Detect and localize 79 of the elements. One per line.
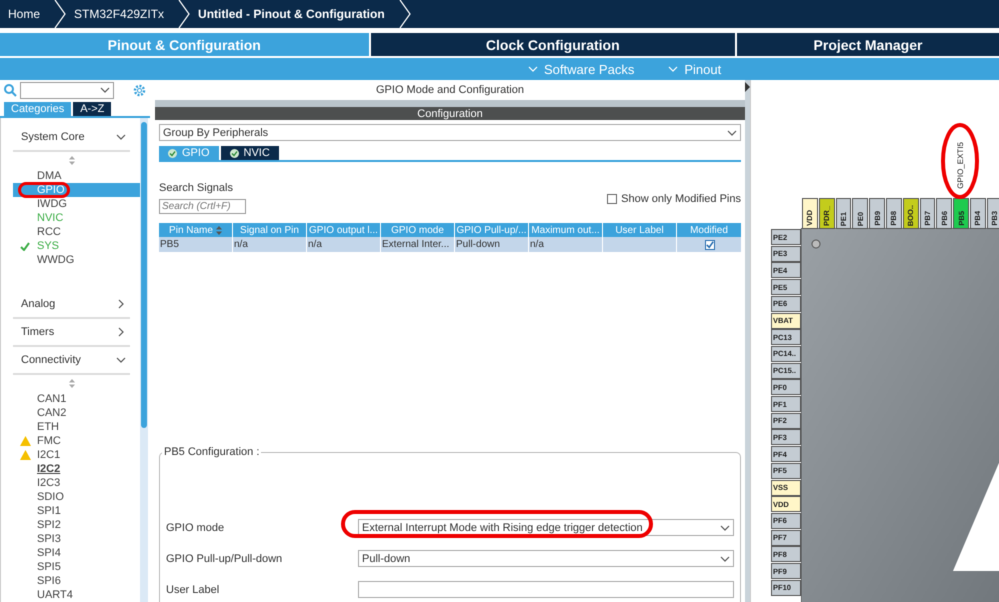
- peripheral-item[interactable]: I2C3: [13, 476, 140, 490]
- peripheral-item[interactable]: SDIO: [13, 490, 140, 504]
- main-tab[interactable]: Project Manager: [737, 33, 999, 56]
- peripheral-item[interactable]: IWDG: [13, 197, 140, 211]
- scroll-arrows-icon[interactable]: [69, 156, 75, 165]
- mode-dropdown[interactable]: Pull-down: [358, 550, 734, 567]
- chevron-icon: [668, 64, 678, 74]
- category-header[interactable]: Connectivity: [13, 347, 130, 375]
- peripheral-item[interactable]: SPI6: [13, 574, 140, 588]
- chevron-icon: [727, 128, 737, 138]
- peripheral-item[interactable]: WWDG: [13, 253, 140, 267]
- mode-dropdown[interactable]: External Interrupt Mode with Rising edge trigger detection: [358, 519, 734, 536]
- input-field[interactable]: [358, 581, 734, 598]
- chevron-icon: [178, 0, 190, 28]
- search-field[interactable]: Search (Crtl+F): [159, 199, 246, 214]
- config-tab[interactable]: NVIC: [220, 146, 279, 160]
- table-cell: PB5: [159, 237, 232, 252]
- breadcrumb-link[interactable]: Home: [0, 0, 54, 28]
- table-cell: n/a: [233, 237, 306, 252]
- breadcrumb-link[interactable]: Untitled - Pinout & Configuration: [190, 0, 399, 28]
- chevron-icon: [398, 0, 411, 28]
- peripheral-item[interactable]: SPI3: [13, 532, 140, 546]
- chevron-icon: [720, 522, 730, 532]
- category-header[interactable]: Analog: [13, 291, 130, 319]
- search-icon[interactable]: [4, 84, 17, 96]
- peripheral-item[interactable]: I2C1: [13, 448, 140, 462]
- chevron-icon: [100, 85, 110, 95]
- peripheral-item[interactable]: SPI1: [13, 504, 140, 518]
- table-cell: n/a: [307, 237, 380, 252]
- chevron-icon: [116, 299, 126, 309]
- modified-checkbox[interactable]: [704, 240, 714, 250]
- breadcrumb-link[interactable]: STM32F429ZITx: [66, 0, 178, 28]
- peripheral-item[interactable]: SPI4: [13, 546, 140, 560]
- peripheral-item[interactable]: SPI5: [13, 560, 140, 574]
- modified-only-checkbox[interactable]: Show only Modified Pins: [607, 193, 741, 205]
- signal-label: GPIO_EXTI5: [956, 142, 966, 189]
- check-icon: [20, 242, 30, 250]
- check-icon: [706, 240, 714, 249]
- chevron-icon: [116, 355, 126, 365]
- view-tab[interactable]: A->Z: [73, 102, 112, 116]
- table-cell: External Inter...: [381, 237, 454, 252]
- scroll-arrows-icon[interactable]: [69, 379, 75, 388]
- table-cell: n/a: [529, 237, 602, 252]
- field-label: GPIO mode: [166, 522, 226, 534]
- peripheral-item[interactable]: FMC: [13, 434, 140, 448]
- peripheral-item[interactable]: CAN2: [13, 406, 140, 420]
- chevron-icon: [54, 0, 66, 28]
- chevron-icon: [720, 554, 730, 564]
- peripheral-item[interactable]: I2C2: [13, 462, 140, 476]
- field-label: User Label: [166, 584, 220, 596]
- group-by-dropdown[interactable]: Group By Peripherals: [159, 124, 741, 141]
- settings-icon[interactable]: [133, 84, 146, 96]
- peripheral-item[interactable]: DMA: [13, 169, 140, 183]
- field-label: GPIO Pull-up/Pull-down: [166, 552, 284, 564]
- main-tab[interactable]: Clock Configuration: [370, 33, 736, 56]
- peripheral-item[interactable]: RCC: [13, 225, 140, 239]
- search-label: Search Signals: [159, 182, 234, 194]
- category-header[interactable]: System Core: [13, 124, 130, 152]
- check-circle-icon: [230, 148, 239, 158]
- table-cell: Pull-down: [455, 237, 528, 252]
- peripheral-item[interactable]: UART4: [13, 588, 140, 602]
- group-title: PB5 Configuration :: [162, 446, 262, 458]
- warning-icon: [20, 450, 30, 460]
- search-dropdown[interactable]: [20, 82, 114, 98]
- warning-icon: [20, 436, 30, 446]
- chevron-icon: [116, 132, 126, 142]
- peripheral-item[interactable]: CAN1: [13, 392, 140, 406]
- sort-icon[interactable]: [216, 226, 222, 234]
- peripheral-item[interactable]: ETH: [13, 420, 140, 434]
- section-header: Configuration: [155, 107, 745, 120]
- peripheral-item[interactable]: SPI2: [13, 518, 140, 532]
- scrollbar[interactable]: [140, 118, 148, 602]
- panel-title: GPIO Mode and Configuration: [375, 83, 525, 98]
- check-circle-icon: [168, 148, 177, 158]
- collapse-arrow-icon[interactable]: [745, 82, 750, 92]
- chevron-icon: [116, 327, 126, 337]
- annotation-loop: [18, 182, 70, 198]
- chevron-icon: [528, 64, 538, 74]
- category-header[interactable]: Timers: [13, 319, 130, 347]
